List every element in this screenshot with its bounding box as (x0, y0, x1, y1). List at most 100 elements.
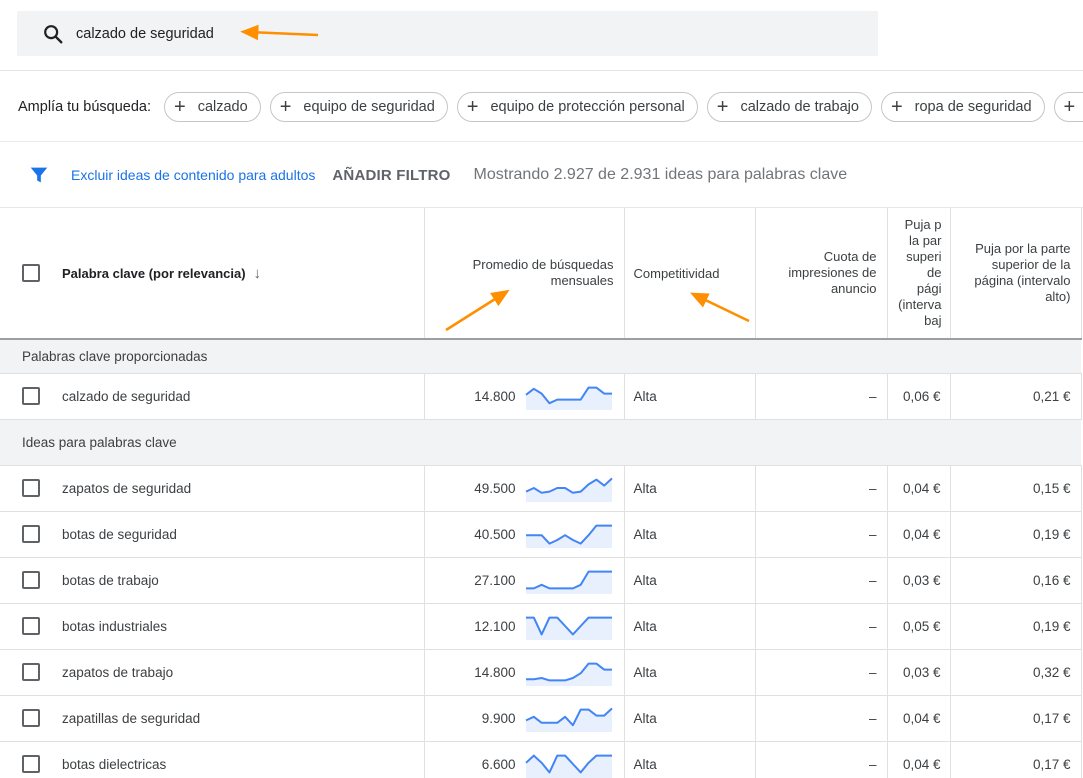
trend-sparkline[interactable] (524, 520, 614, 548)
table-row[interactable]: botas industriales 12.100 Alta –0,05 €0,19 … (0, 603, 1082, 650)
broaden-chip[interactable]: + calzado de trabajo (706, 92, 872, 122)
cell-bid-high: 0,16 € (950, 557, 1082, 604)
header-bid-high[interactable]: Puja por la parte superior de la página … (950, 208, 1082, 340)
cell-inner: 40.500 (425, 520, 624, 548)
trend-sparkline[interactable] (524, 612, 614, 640)
broaden-chip[interactable]: + calzado (164, 92, 261, 122)
trend-sparkline[interactable] (524, 658, 614, 686)
cell-impression-share: – (755, 511, 888, 558)
cell-bid-low: 0,05 € (887, 603, 951, 650)
row-checkbox[interactable] (22, 387, 40, 405)
trend-sparkline[interactable] (524, 566, 614, 594)
table-row[interactable]: calzado de seguridad 14.800 Alta –0,06 €0,2… (0, 373, 1082, 420)
row-checkbox[interactable] (22, 755, 40, 773)
cell-impression-share: – (755, 649, 888, 696)
cell-avg-searches: 12.100 (424, 603, 625, 650)
trend-sparkline[interactable] (524, 474, 614, 502)
cell-bid-high: 0,19 € (950, 603, 1082, 650)
header-line: baj (924, 313, 942, 328)
header-avg-searches[interactable]: Promedio de búsquedas mensuales (424, 208, 625, 340)
results-count: Mostrando 2.927 de 2.931 ideas para pala… (473, 166, 848, 183)
keyword-text: zapatillas de seguridad (62, 710, 201, 726)
header-line: (interva (898, 297, 942, 312)
broaden-chip[interactable]: + equipo de seguridad (269, 92, 448, 122)
header-keyword[interactable]: Palabra clave (por relevancia) ↓ (0, 208, 425, 340)
cell-bid-low: 0,03 € (887, 649, 951, 696)
divider (0, 141, 1083, 142)
filter-icon[interactable] (28, 164, 50, 186)
header-line: Puja por la parte (975, 241, 1071, 256)
search-query[interactable]: calzado de seguridad (76, 26, 214, 42)
divider (0, 70, 1083, 71)
cell-avg-searches: 27.100 (424, 557, 625, 604)
group-row-provided: Palabras clave proporcionadas (0, 339, 1081, 374)
table-row[interactable]: zapatos de seguridad 49.500 Alta –0,04 €0,1… (0, 465, 1082, 512)
cell-competition: Alta (624, 511, 756, 558)
cell-impression-share: – (755, 557, 888, 604)
header-line: superi (906, 249, 942, 264)
keyword-ideas-table: Palabra clave (por relevancia) ↓ Promedi… (0, 208, 1082, 778)
row-checkbox[interactable] (22, 571, 40, 589)
broaden-chip-partial[interactable]: + (1053, 92, 1083, 122)
header-bid-low[interactable]: Puja p la par superi de pági (interva ba… (887, 208, 951, 340)
table-row[interactable]: botas dielectricas 6.600 Alta –0,04 €0,17 € (0, 741, 1082, 778)
cell-keyword: zapatos de trabajo (0, 649, 425, 696)
cell-impression-share: – (755, 741, 888, 778)
chip-label: calzado (197, 99, 248, 115)
group-row-ideas: Ideas para palabras clave (0, 419, 1081, 466)
keyword-text: zapatos de trabajo (62, 664, 174, 680)
header-line: alto) (1045, 289, 1071, 304)
table-row[interactable]: botas de trabajo 27.100 Alta –0,03 €0,16 € (0, 557, 1082, 604)
chip-label: ropa de seguridad (914, 99, 1032, 115)
cell-keyword: zapatos de seguridad (0, 465, 425, 512)
plus-icon: + (466, 96, 479, 118)
header-competition[interactable]: Competitividad (624, 208, 756, 340)
cell-keyword: calzado de seguridad (0, 373, 425, 420)
avg-searches-value: 9.900 (481, 710, 516, 726)
header-line: página (intervalo (974, 273, 1071, 288)
select-all-checkbox[interactable] (22, 264, 40, 282)
exclude-adult-ideas-link[interactable]: Excluir ideas de contenido para adultos (71, 167, 315, 183)
avg-searches-value: 40.500 (474, 526, 516, 542)
header-keyword-label: Palabra clave (por relevancia) (62, 265, 246, 281)
header-impression-share[interactable]: Cuota de impresiones de anuncio (755, 208, 888, 340)
table-row[interactable]: zapatos de trabajo 14.800 Alta –0,03 €0,32 … (0, 649, 1082, 696)
add-filter-button[interactable]: AÑADIR FILTRO (332, 167, 450, 184)
row-checkbox[interactable] (22, 617, 40, 635)
avg-searches-value: 49.500 (474, 480, 516, 496)
sort-arrow-down-icon[interactable]: ↓ (254, 265, 262, 282)
trend-sparkline[interactable] (524, 750, 614, 778)
trend-sparkline[interactable] (524, 704, 614, 732)
broaden-chip[interactable]: + equipo de protección personal (456, 92, 698, 122)
row-checkbox[interactable] (22, 709, 40, 727)
avg-searches-value: 14.800 (474, 388, 516, 404)
row-checkbox[interactable] (22, 525, 40, 543)
table-row[interactable]: botas de seguridad 40.500 Alta –0,04 €0,19 … (0, 511, 1082, 558)
broaden-label: Amplía tu búsqueda: (18, 99, 152, 115)
table-row[interactable]: zapatillas de seguridad 9.900 Alta –0,04 €0… (0, 695, 1082, 742)
header-line: anuncio (830, 281, 877, 296)
header-line: pági (916, 281, 942, 296)
group-label: Palabras clave proporcionadas (0, 339, 1081, 374)
cell-bid-low: 0,04 € (887, 511, 951, 558)
plus-icon: + (279, 96, 292, 118)
keyword-text: botas dielectricas (62, 756, 167, 772)
keyword-text: botas de seguridad (62, 526, 177, 542)
broaden-chip[interactable]: + ropa de seguridad (880, 92, 1045, 122)
cell-inner: 14.800 (425, 382, 624, 410)
trend-sparkline[interactable] (524, 382, 614, 410)
cell-avg-searches: 40.500 (424, 511, 625, 558)
header-line: Cuota de (823, 249, 877, 264)
plus-icon: + (1063, 96, 1076, 118)
search-icon (41, 22, 65, 46)
cell-inner: botas de seguridad (0, 525, 423, 543)
keyword-search-bar[interactable]: calzado de seguridad (17, 11, 878, 56)
cell-impression-share: – (755, 695, 888, 742)
cell-inner: 14.800 (425, 658, 624, 686)
cell-competition: Alta (624, 373, 756, 420)
cell-competition: Alta (624, 465, 756, 512)
chip-label: equipo de protección personal (490, 99, 685, 115)
row-checkbox[interactable] (22, 663, 40, 681)
cell-inner: 12.100 (425, 612, 624, 640)
row-checkbox[interactable] (22, 479, 40, 497)
